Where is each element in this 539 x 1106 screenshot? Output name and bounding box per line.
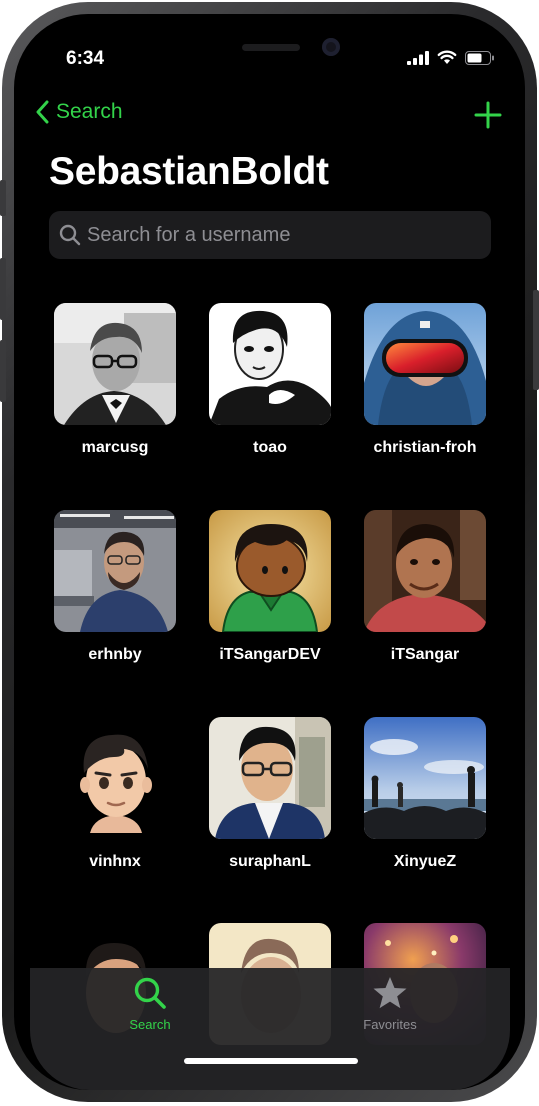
username-label: suraphanL	[229, 853, 311, 870]
tab-search-label: Search	[129, 1017, 171, 1032]
avatar-toao	[209, 303, 331, 425]
username-label: XinyueZ	[393, 853, 457, 870]
tab-search[interactable]: Search	[70, 976, 230, 1032]
avatar-erhnby	[54, 510, 176, 632]
cellular-signal-icon	[407, 50, 429, 65]
avatar-vinhnx	[54, 717, 176, 839]
status-time: 6:34	[66, 48, 105, 69]
search-bar[interactable]	[49, 211, 491, 259]
user-cell[interactable]: erhnby	[54, 510, 176, 664]
username-label: marcusg	[81, 439, 149, 456]
username-label: iTSangar	[390, 646, 460, 663]
home-indicator[interactable]	[184, 1058, 358, 1064]
volume-down-button	[0, 340, 6, 402]
user-cell[interactable]: vinhnx	[54, 717, 176, 871]
user-cell[interactable]: marcusg	[54, 303, 176, 457]
avatar-iTSangarDEV	[209, 510, 331, 632]
avatar-XinyueZ	[364, 717, 486, 839]
username-label: vinhnx	[89, 853, 141, 870]
page-title: SebastianBoldt	[49, 150, 329, 193]
username-label: erhnby	[88, 646, 142, 663]
search-icon	[59, 224, 81, 246]
username-label: iTSangarDEV	[219, 646, 321, 663]
power-button	[533, 290, 539, 390]
add-icon[interactable]	[473, 100, 503, 130]
back-button[interactable]: Search	[36, 100, 123, 124]
username-label: toao	[253, 439, 287, 456]
front-camera	[322, 38, 340, 56]
magnifier-icon	[134, 977, 166, 1009]
star-icon	[373, 977, 407, 1009]
search-input[interactable]	[87, 223, 467, 247]
user-cell[interactable]: christian-froh	[364, 303, 486, 457]
screen: 6:34 Search SebastianBoldt Search for a …	[14, 14, 525, 1090]
username-label: christian-froh	[373, 439, 477, 456]
battery-icon	[465, 50, 494, 65]
volume-up-button	[0, 258, 6, 320]
speaker-grille	[242, 44, 300, 51]
back-button-label: Search	[56, 100, 123, 123]
avatar-christian-froh	[364, 303, 486, 425]
user-cell[interactable]: toao	[209, 303, 331, 457]
chevron-left-icon	[36, 100, 49, 124]
avatar-marcusg	[54, 303, 176, 425]
tab-bar: Search Favorites	[30, 968, 510, 1090]
tab-favorites[interactable]: Favorites	[310, 976, 470, 1032]
user-cell[interactable]: suraphanL	[209, 717, 331, 871]
user-cell[interactable]: XinyueZ	[364, 717, 486, 871]
wifi-icon	[437, 50, 457, 64]
status-icons	[407, 50, 495, 65]
avatar-iTSangar	[364, 510, 486, 632]
user-cell[interactable]: iTSangar	[364, 510, 486, 664]
user-cell[interactable]: iTSangarDEV	[209, 510, 331, 664]
notch	[142, 14, 398, 70]
mute-switch	[0, 180, 6, 216]
avatar-suraphanL	[209, 717, 331, 839]
tab-favorites-label: Favorites	[363, 1017, 417, 1032]
